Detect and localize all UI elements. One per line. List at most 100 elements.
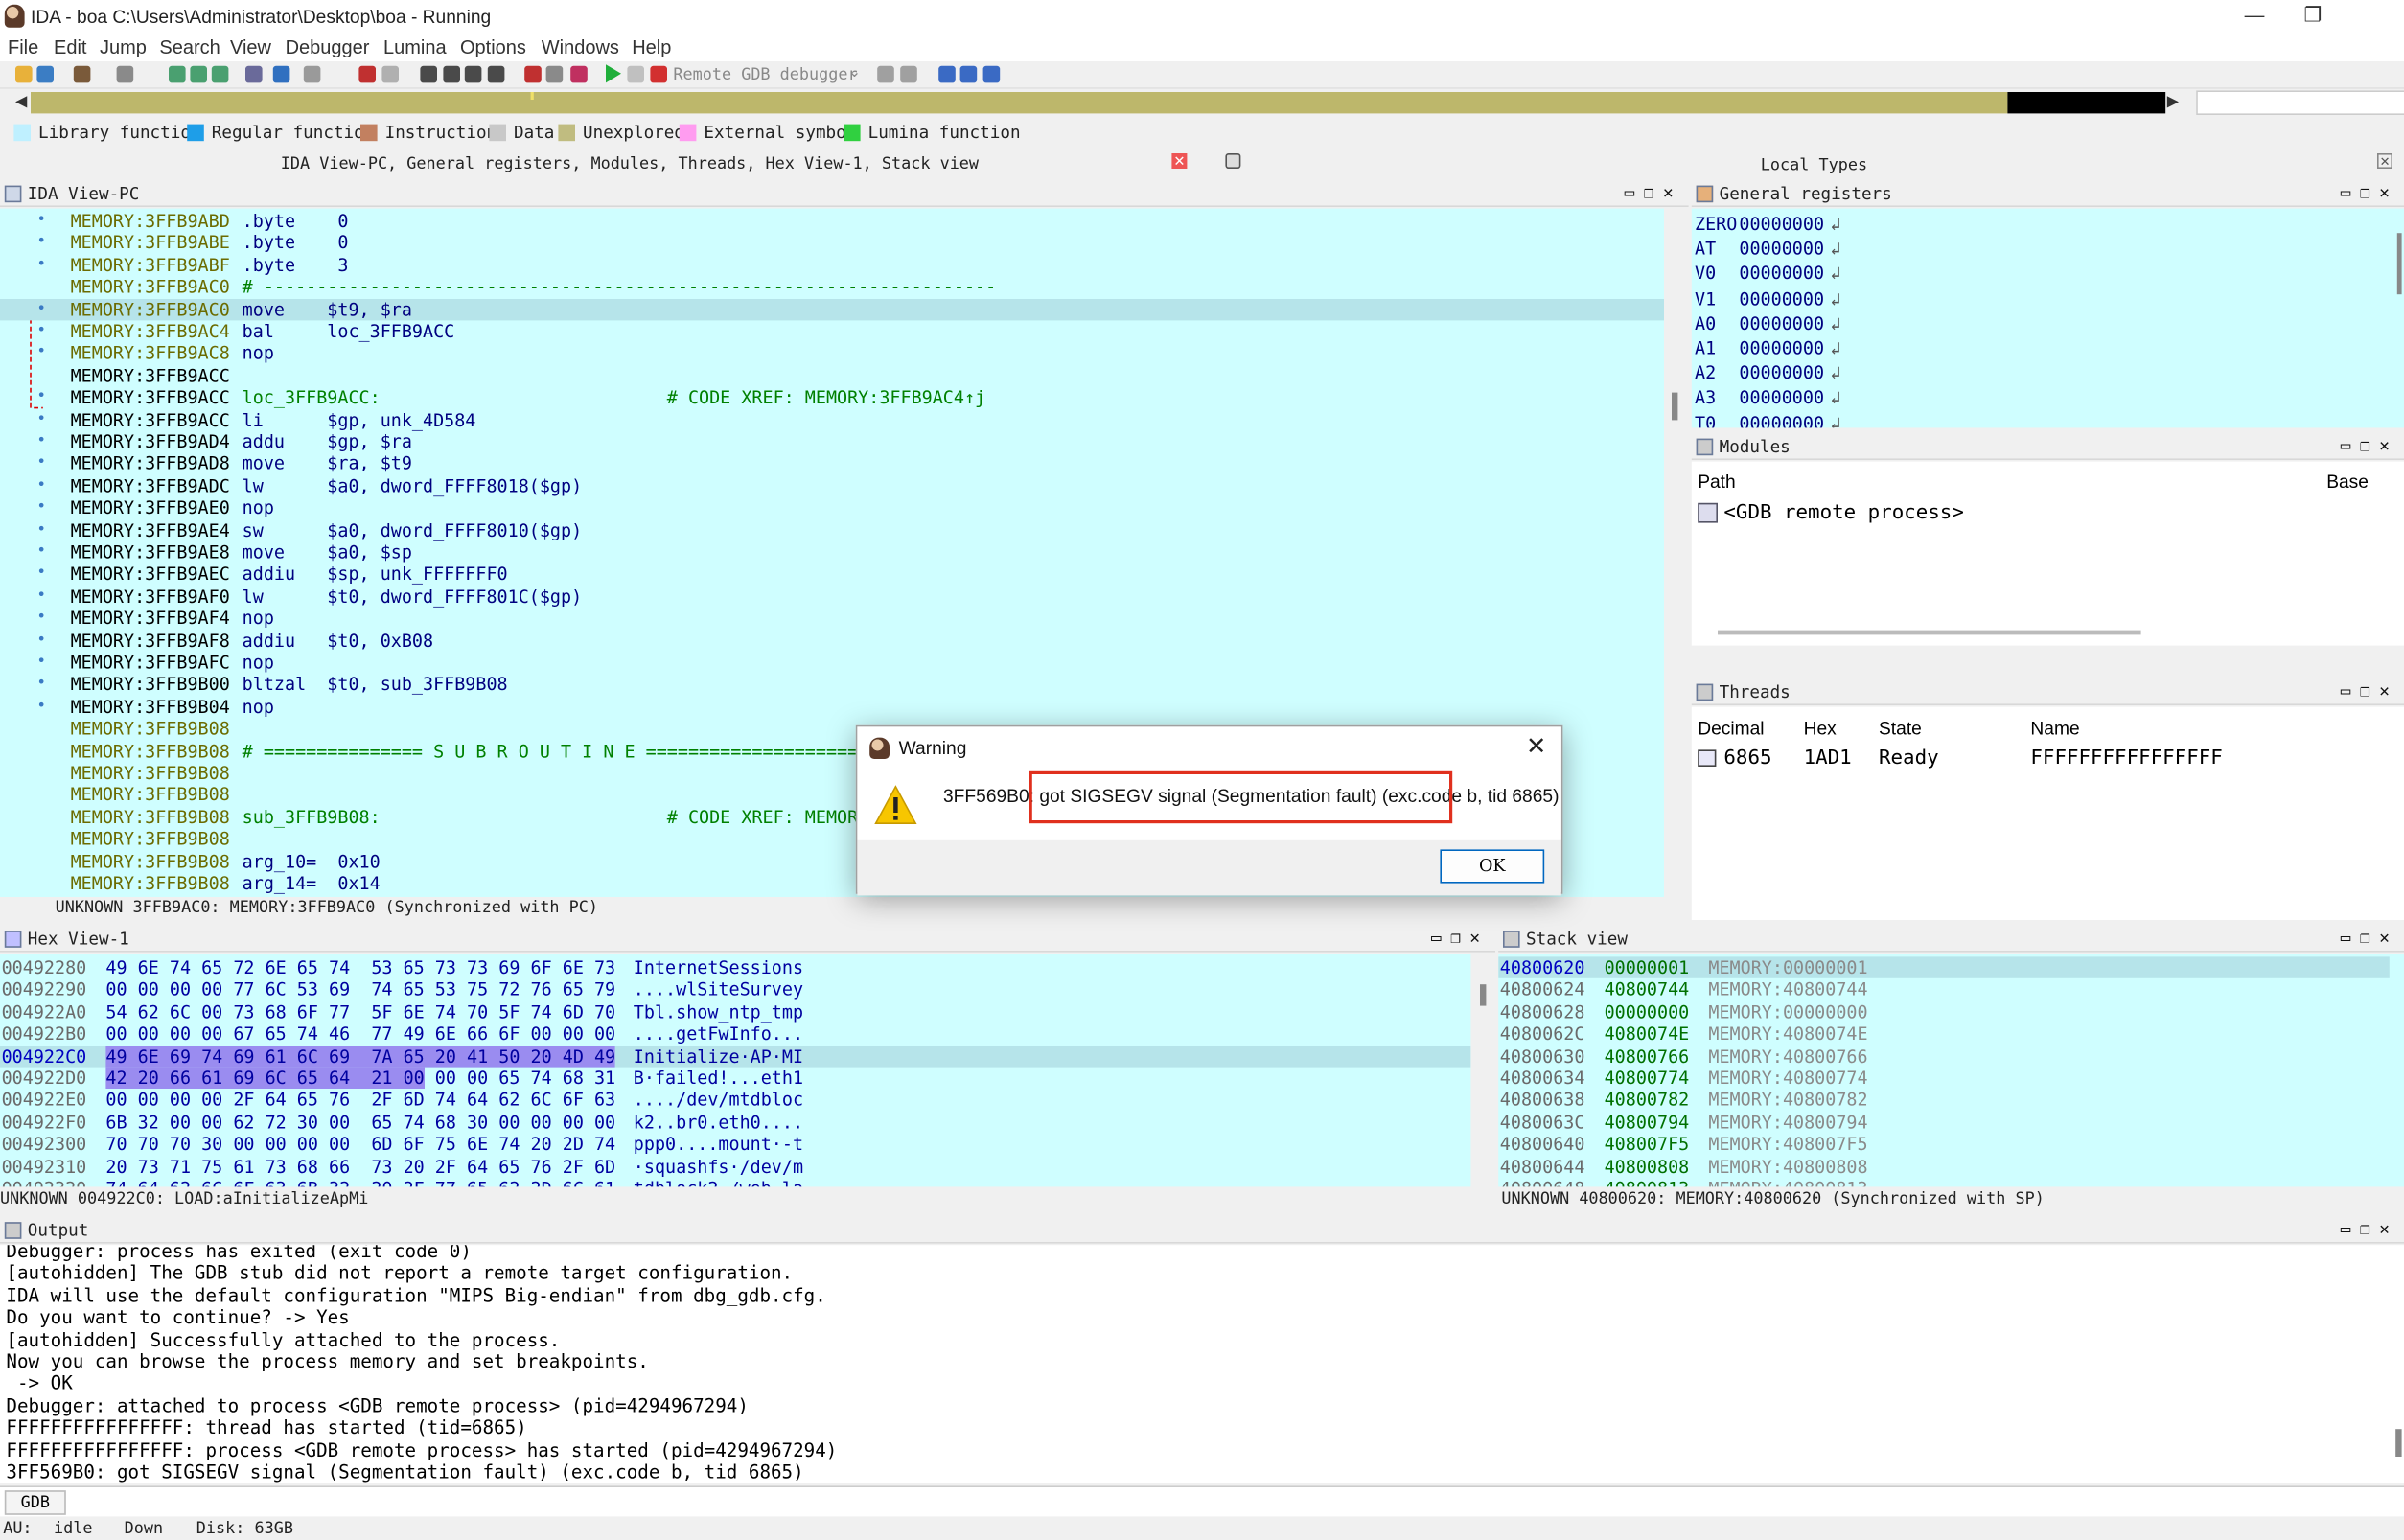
stack-address[interactable]: 4080062C — [1500, 1023, 1585, 1046]
line-text[interactable]: loc_3FFB9ACC: # CODE XREF: MEMORY:3FFB9A… — [232, 387, 986, 409]
registers-scrollbar[interactable] — [2396, 233, 2402, 295]
ida-scrollbar[interactable] — [1667, 208, 1689, 898]
menu-windows[interactable]: Windows — [542, 36, 619, 57]
stack-row[interactable]: 40800624 40800744 MEMORY:40800744 — [1498, 978, 2390, 1000]
hex-ascii[interactable]: ·squashfs·/dev/m — [634, 1156, 803, 1178]
menu-jump[interactable]: Jump — [100, 36, 147, 57]
disasm-line[interactable]: • MEMORY:3FFB9AF8 addiu $t0, 0xB08 — [0, 630, 1664, 652]
hex-ascii[interactable]: Tbl.show_ntp_tmp — [634, 1000, 803, 1023]
register-row[interactable]: AT 00000000 ↲ — [1695, 238, 1841, 263]
register-value[interactable]: 00000000 — [1739, 238, 1824, 259]
stack-value[interactable]: 40800794 — [1605, 1112, 1690, 1134]
line-text[interactable]: lw $t0, dword_FFFF801C($gp) — [232, 586, 582, 608]
nav-right-arrow-icon[interactable]: ▶ — [2167, 94, 2179, 111]
line-address[interactable]: MEMORY:3FFB9ACC — [71, 409, 230, 431]
register-value[interactable]: 00000000 — [1739, 362, 1824, 383]
stack-address[interactable]: 40800630 — [1500, 1046, 1585, 1068]
hex-row[interactable]: 004922D0 42 20 66 61 69 6C 65 64 21 00 00… — [0, 1067, 1470, 1090]
line-text[interactable]: bltzal $t0, sub_3FFB9B08 — [232, 674, 508, 696]
disasm-line[interactable]: • MEMORY:3FFB9AC8 nop — [0, 342, 1664, 364]
line-text[interactable]: move $a0, $sp — [232, 541, 412, 563]
segments-icon[interactable] — [487, 65, 505, 83]
line-address[interactable]: MEMORY:3FFB9B08 — [71, 828, 230, 850]
stack-address[interactable]: 40800620 — [1500, 956, 1585, 978]
disasm-line[interactable]: • MEMORY:3FFB9AF4 nop — [0, 608, 1664, 630]
panel-buttons[interactable]: ▭❐✕ — [1625, 182, 1683, 202]
disasm-line[interactable]: • MEMORY:3FFB9B00 bltzal $t0, sub_3FFB9B0… — [0, 674, 1664, 696]
line-text[interactable]: nop — [232, 342, 274, 364]
text-icon[interactable] — [303, 65, 321, 83]
debugger-select[interactable]: Remote GDB debugger — [673, 66, 857, 84]
disasm-line[interactable]: • MEMORY:3FFB9AE4 sw $a0, dword_FFFF8010(… — [0, 519, 1664, 541]
trace-icon[interactable] — [545, 65, 564, 83]
scroll-thumb[interactable] — [2395, 1429, 2402, 1457]
hex-scrollbar[interactable] — [1472, 954, 1495, 1187]
line-address[interactable]: MEMORY:3FFB9AEC — [71, 563, 230, 586]
line-address[interactable]: MEMORY:3FFB9AE0 — [71, 497, 230, 519]
register-row[interactable]: A3 00000000 ↲ — [1695, 387, 1841, 412]
line-address[interactable]: MEMORY:3FFB9B08 — [71, 806, 230, 828]
line-text[interactable]: .byte 0 — [232, 232, 349, 254]
menu-debugger[interactable]: Debugger — [286, 36, 370, 57]
threads-col-name[interactable]: Name — [2030, 718, 2079, 739]
nav-band-unexplored[interactable] — [31, 92, 2008, 114]
stack-value[interactable]: 40800774 — [1605, 1068, 1690, 1090]
line-address[interactable]: MEMORY:3FFB9B08 — [71, 872, 230, 894]
line-address[interactable]: MEMORY:3FFB9AF4 — [71, 608, 230, 630]
stack-address[interactable]: 40800634 — [1500, 1068, 1585, 1090]
return-arrow-icon[interactable]: ↲ — [1830, 312, 1840, 333]
line-address[interactable]: MEMORY:3FFB9AFC — [71, 652, 230, 674]
layout-icon[interactable] — [938, 65, 956, 83]
threads-col-state[interactable]: State — [1879, 718, 1922, 739]
menu-lumina[interactable]: Lumina — [383, 36, 447, 57]
maximize-button[interactable]: ❐ — [2282, 3, 2344, 28]
hex-bytes[interactable]: 54 62 6C 00 73 68 6F 77 5F 6E 74 70 5F 7… — [105, 1000, 615, 1023]
line-address[interactable]: MEMORY:3FFB9B08 — [71, 850, 230, 872]
hex-address[interactable]: 00492300 — [2, 1134, 87, 1156]
list-icon[interactable] — [982, 65, 1001, 83]
panel-buttons[interactable]: ▭❐✕ — [2341, 928, 2399, 948]
register-value[interactable]: 00000000 — [1739, 312, 1824, 333]
hex-row[interactable]: 004922B0 00 00 00 00 67 65 74 46 77 49 6E… — [0, 1023, 1470, 1046]
line-text[interactable]: nop — [232, 497, 274, 519]
stack-row[interactable]: 40800644 40800808 MEMORY:40800808 — [1498, 1156, 2390, 1178]
menu-edit[interactable]: Edit — [54, 36, 86, 57]
scroll-thumb[interactable] — [1480, 984, 1487, 1006]
func-icon[interactable] — [420, 65, 437, 83]
line-address[interactable]: MEMORY:3FFB9AF0 — [71, 586, 230, 608]
module-path[interactable]: <GDB remote process> — [1723, 501, 1963, 524]
hex-ascii[interactable]: InternetSessions — [634, 956, 803, 978]
stack-reference[interactable]: MEMORY:4080074E — [1708, 1023, 1867, 1046]
stop-icon[interactable] — [650, 65, 667, 83]
line-address[interactable]: MEMORY:3FFB9B00 — [71, 674, 230, 696]
ok-button[interactable]: OK — [1440, 849, 1545, 884]
stack-reference[interactable]: MEMORY:40800794 — [1708, 1112, 1867, 1134]
pause-icon[interactable] — [627, 65, 644, 83]
line-text[interactable]: addiu $t0, 0xB08 — [232, 630, 433, 652]
stack-value[interactable]: 40800744 — [1605, 978, 1690, 1000]
line-address[interactable]: MEMORY:3FFB9ACC — [71, 364, 230, 386]
return-arrow-icon[interactable]: ↲ — [1830, 412, 1840, 428]
threads-col-hex[interactable]: Hex — [1804, 718, 1837, 739]
hex-ascii[interactable]: Initialize·AP·MI — [634, 1046, 803, 1068]
line-address[interactable]: MEMORY:3FFB9B08 — [71, 740, 230, 762]
hex-address[interactable]: 00492310 — [2, 1156, 87, 1178]
close-icon[interactable]: ✕ — [1526, 731, 1546, 762]
hex-row[interactable]: 00492310 20 73 71 75 61 73 68 66 73 20 2F… — [0, 1156, 1470, 1178]
hex-bytes[interactable]: 70 70 70 30 00 00 00 00 6D 6F 75 6E 74 2… — [105, 1134, 615, 1156]
graph-icon[interactable] — [190, 65, 207, 83]
line-text[interactable]: sw $a0, dword_FFFF8010($gp) — [232, 519, 582, 541]
hex-ascii[interactable]: k2..br0.eth0.... — [634, 1112, 803, 1134]
panel-buttons[interactable]: ▭❐✕ — [2341, 1219, 2399, 1239]
line-address[interactable]: MEMORY:3FFB9AE8 — [71, 541, 230, 563]
line-address[interactable]: MEMORY:3FFB9B08 — [71, 784, 230, 806]
delete-bp-icon[interactable] — [570, 65, 588, 83]
line-address[interactable]: MEMORY:3FFB9AF8 — [71, 630, 230, 652]
panel-buttons[interactable]: ▭❐✕ — [1431, 928, 1490, 948]
step-over-icon[interactable] — [900, 65, 917, 83]
hex-ascii[interactable]: ....wlSiteSurvey — [634, 978, 803, 1000]
disasm-line[interactable]: MEMORY:3FFB9AC0 # ----------------------… — [0, 276, 1664, 298]
register-row[interactable]: V1 00000000 ↲ — [1695, 287, 1841, 312]
stack-row[interactable]: 40800640 408007F5 MEMORY:408007F5 — [1498, 1134, 2390, 1156]
start-debugger-icon[interactable] — [606, 64, 621, 83]
